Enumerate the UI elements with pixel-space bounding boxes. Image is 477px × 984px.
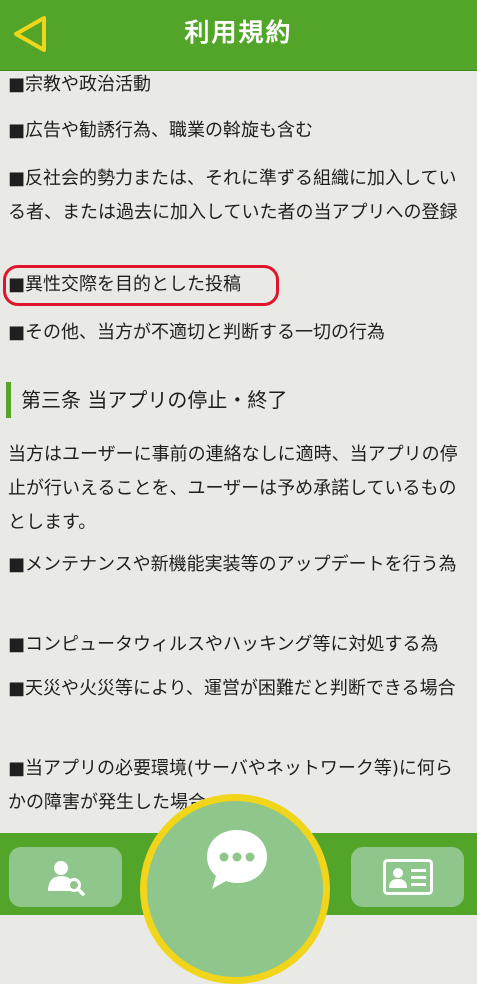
chat-bubble-icon [207, 830, 267, 889]
page-title: 利用規約 [184, 18, 293, 47]
terms-item-advertising: ■広告や勧誘行為、職業の斡旋も含む [8, 120, 314, 141]
app-header: 利用規約 [0, 0, 477, 71]
terms-content[interactable]: ■宗教や政治活動 ■広告や勧誘行為、職業の斡旋も含む ■反社会的勢力または、それ… [0, 70, 477, 833]
section-heading: 第三条 当アプリの停止・終了 [6, 382, 287, 418]
user-search-button[interactable] [9, 847, 122, 907]
terms-item-dating: ■異性交際を目的とした投稿 [8, 274, 242, 295]
stop-item-virus: ■コンピュータウィルスやハッキング等に対処する為 [8, 634, 439, 655]
id-card-icon [382, 859, 433, 895]
user-search-icon [47, 861, 85, 896]
terms-item-religion: ■宗教や政治活動 [8, 74, 152, 95]
stop-item-disaster: ■天災や火災等により、運営が困難だと判断できる場合 [8, 678, 456, 699]
id-card-button[interactable] [351, 847, 464, 907]
chat-button[interactable] [140, 794, 330, 984]
stop-item-maintenance: ■メンテナンスや新機能実装等のアップデートを行う為 [8, 554, 457, 575]
terms-item-other: ■その他、当方が不適切と判断する一切の行為 [8, 322, 386, 343]
section-paragraph: 当方はユーザーに事前の連絡なしに適時、当アプリの停止が行いえることを、ユーザーは… [8, 444, 458, 533]
terms-item-antisocial: ■反社会的勢力または、それに準ずる組織に加入している者、または過去に加入していた… [8, 168, 458, 223]
